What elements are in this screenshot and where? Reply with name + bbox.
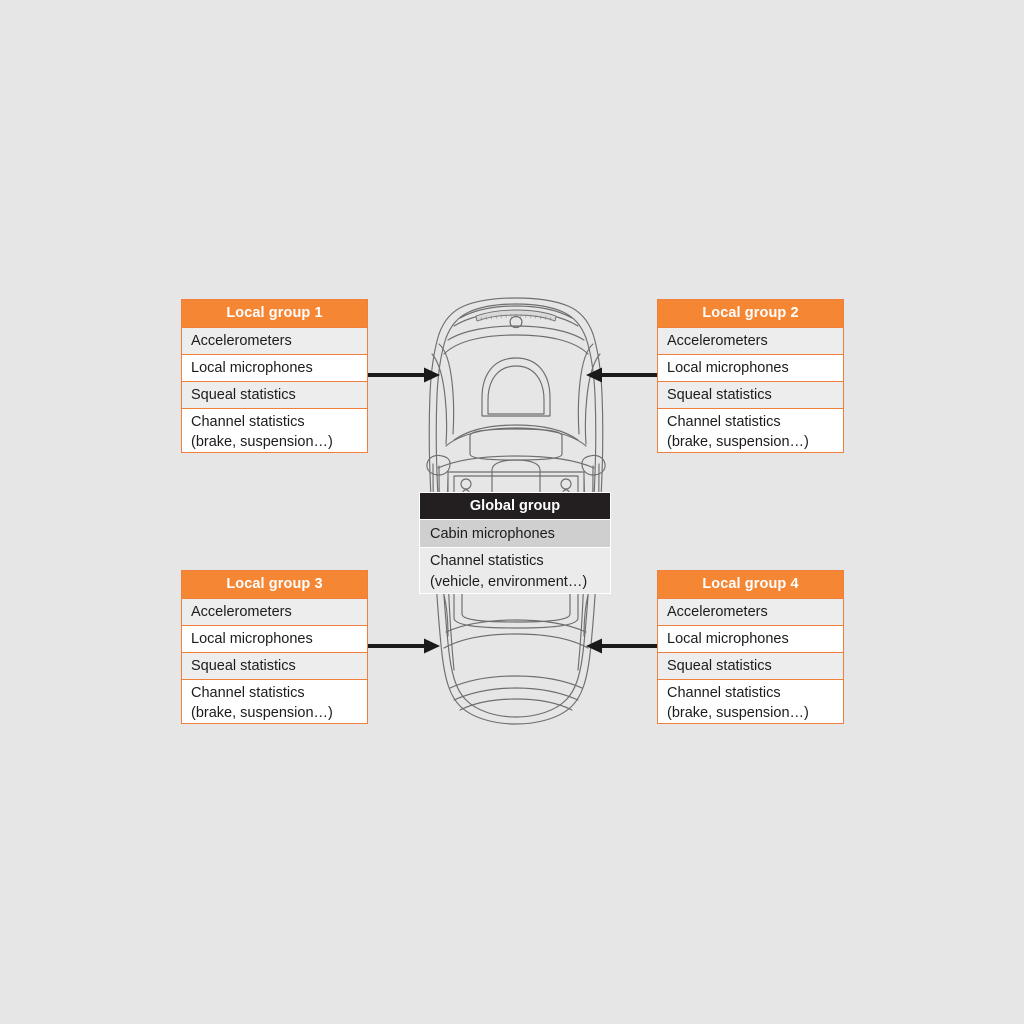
global-group-channel-line2: (vehicle, environment…) bbox=[430, 574, 588, 590]
local-group-2-channel-line1: Channel statistics bbox=[667, 414, 781, 430]
local-group-4-row-accelerometers[interactable]: Accelerometers bbox=[658, 598, 843, 625]
local-group-1-row-accelerometers[interactable]: Accelerometers bbox=[182, 327, 367, 354]
arrow-top-right bbox=[586, 367, 658, 383]
global-group[interactable]: Global group Cabin microphones Channel s… bbox=[419, 492, 611, 594]
global-group-channel-line1: Channel statistics bbox=[430, 553, 544, 569]
local-group-2-row-channel-statistics[interactable]: Channel statistics (brake, suspension…) bbox=[658, 408, 843, 452]
local-group-2[interactable]: Local group 2 Accelerometers Local micro… bbox=[657, 299, 844, 453]
local-group-3-channel-line2: (brake, suspension…) bbox=[191, 705, 333, 721]
local-group-3-row-channel-statistics[interactable]: Channel statistics (brake, suspension…) bbox=[182, 679, 367, 723]
arrow-top-left bbox=[368, 367, 440, 383]
local-group-4-row-local-microphones[interactable]: Local microphones bbox=[658, 625, 843, 652]
arrow-bottom-left bbox=[368, 638, 440, 654]
diagram-canvas: Local group 1 Accelerometers Local micro… bbox=[0, 0, 1024, 1024]
local-group-3-row-accelerometers[interactable]: Accelerometers bbox=[182, 598, 367, 625]
local-group-1-row-squeal-statistics[interactable]: Squeal statistics bbox=[182, 381, 367, 408]
local-group-1-header: Local group 1 bbox=[182, 300, 367, 327]
local-group-4-header: Local group 4 bbox=[658, 571, 843, 598]
local-group-2-channel-line2: (brake, suspension…) bbox=[667, 434, 809, 450]
local-group-4-channel-line2: (brake, suspension…) bbox=[667, 705, 809, 721]
local-group-3-channel-line1: Channel statistics bbox=[191, 685, 305, 701]
local-group-1-row-channel-statistics[interactable]: Channel statistics (brake, suspension…) bbox=[182, 408, 367, 452]
local-group-2-row-accelerometers[interactable]: Accelerometers bbox=[658, 327, 843, 354]
global-group-row-channel-statistics[interactable]: Channel statistics (vehicle, environment… bbox=[420, 547, 610, 593]
local-group-2-header: Local group 2 bbox=[658, 300, 843, 327]
global-group-header: Global group bbox=[420, 493, 610, 519]
local-group-1[interactable]: Local group 1 Accelerometers Local micro… bbox=[181, 299, 368, 453]
local-group-1-channel-line2: (brake, suspension…) bbox=[191, 434, 333, 450]
local-group-3[interactable]: Local group 3 Accelerometers Local micro… bbox=[181, 570, 368, 724]
local-group-3-row-local-microphones[interactable]: Local microphones bbox=[182, 625, 367, 652]
arrow-bottom-right bbox=[586, 638, 658, 654]
global-group-row-cabin-microphones[interactable]: Cabin microphones bbox=[420, 519, 610, 547]
local-group-4-channel-line1: Channel statistics bbox=[667, 685, 781, 701]
local-group-4[interactable]: Local group 4 Accelerometers Local micro… bbox=[657, 570, 844, 724]
local-group-2-row-local-microphones[interactable]: Local microphones bbox=[658, 354, 843, 381]
local-group-4-row-squeal-statistics[interactable]: Squeal statistics bbox=[658, 652, 843, 679]
local-group-4-row-channel-statistics[interactable]: Channel statistics (brake, suspension…) bbox=[658, 679, 843, 723]
local-group-2-row-squeal-statistics[interactable]: Squeal statistics bbox=[658, 381, 843, 408]
local-group-1-row-local-microphones[interactable]: Local microphones bbox=[182, 354, 367, 381]
local-group-1-channel-line1: Channel statistics bbox=[191, 414, 305, 430]
local-group-3-header: Local group 3 bbox=[182, 571, 367, 598]
local-group-3-row-squeal-statistics[interactable]: Squeal statistics bbox=[182, 652, 367, 679]
